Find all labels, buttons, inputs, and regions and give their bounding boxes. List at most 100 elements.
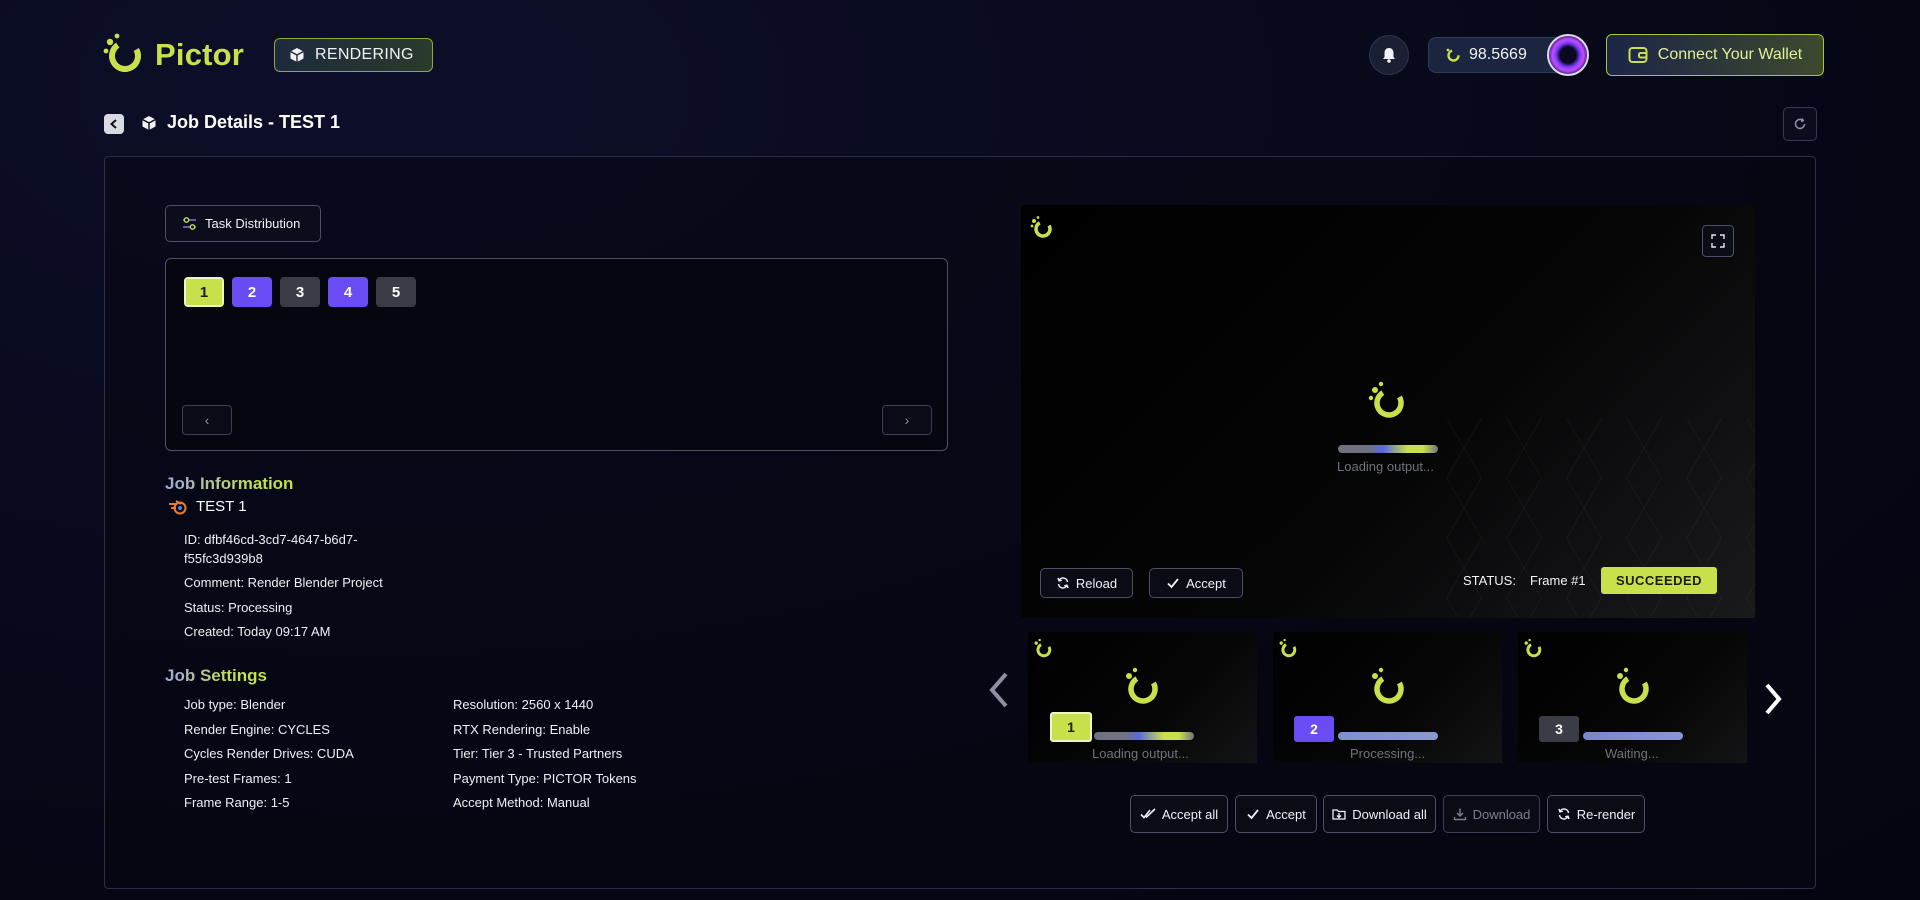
- wallet-button-label: Connect Your Wallet: [1657, 46, 1803, 63]
- pictor-small-logo-icon: [1524, 638, 1542, 658]
- user-avatar[interactable]: [1547, 34, 1589, 76]
- thumbnail-1-text: Loading output...: [1092, 746, 1189, 761]
- task-distribution-label: Task Distribution: [205, 216, 301, 231]
- thumbnail-2-progress: [1338, 732, 1438, 740]
- accept-all-button[interactable]: Accept all: [1130, 795, 1228, 833]
- pictor-small-logo-icon: [1034, 638, 1052, 658]
- chevron-right-icon: ›: [904, 412, 910, 428]
- pictor-small-logo-icon: [1030, 216, 1052, 238]
- preview-accept-button[interactable]: Accept: [1149, 568, 1243, 598]
- cube-icon: [142, 115, 156, 130]
- thumbnail-2-chip: 2: [1294, 716, 1334, 742]
- pictor-loading-icon: [1126, 667, 1158, 704]
- job-created: Created: Today 09:17 AM: [184, 624, 331, 639]
- preview-progress-bar: [1338, 445, 1438, 453]
- logo-text: Pictor: [155, 37, 245, 72]
- task-chip-3[interactable]: 3: [280, 277, 320, 307]
- preview-accept-label: Accept: [1186, 575, 1226, 591]
- task-chip-list: 1 2 3 4 5: [184, 277, 416, 307]
- status-label: STATUS:: [1463, 573, 1516, 588]
- rendering-badge-label: RENDERING: [315, 46, 414, 63]
- thumbnail-prev-button[interactable]: [987, 670, 1011, 721]
- wallet-icon: [1628, 47, 1648, 63]
- pictor-logo[interactable]: Pictor: [101, 32, 244, 78]
- reload-button[interactable]: Reload: [1040, 568, 1133, 598]
- setting-render-drives: Cycles Render Drives: CUDA: [184, 746, 354, 761]
- job-settings-heading: Job Settings: [165, 666, 268, 685]
- expand-icon: [1711, 234, 1725, 248]
- rendering-mode-badge[interactable]: RENDERING: [274, 38, 433, 72]
- chevron-left-icon: [109, 119, 117, 129]
- thumbnail-next-button[interactable]: [1762, 678, 1784, 728]
- thumbnail-1-chip: 1: [1050, 712, 1092, 742]
- accept-label: Accept: [1266, 806, 1306, 822]
- setting-render-engine: Render Engine: CYCLES: [184, 722, 330, 737]
- accept-all-label: Accept all: [1161, 806, 1219, 822]
- download-all-button[interactable]: Download all: [1323, 795, 1436, 833]
- double-check-icon: [1140, 808, 1156, 819]
- job-information-heading: Job Information: [165, 474, 294, 493]
- pictor-loading-icon: [1368, 381, 1404, 418]
- connect-wallet-button[interactable]: Connect Your Wallet: [1606, 34, 1824, 76]
- setting-accept-method: Accept Method: Manual: [453, 795, 590, 810]
- pictor-token-icon: [1446, 48, 1460, 62]
- token-balance[interactable]: 98.5669: [1428, 37, 1558, 73]
- job-name-row: TEST 1: [168, 498, 247, 515]
- setting-tier: Tier: Tier 3 - Trusted Partners: [453, 746, 623, 761]
- task-prev-button[interactable]: ‹: [182, 405, 232, 435]
- check-icon: [1247, 809, 1259, 820]
- sliders-icon: [183, 217, 196, 230]
- frame-label: Frame #1: [1530, 573, 1586, 588]
- download-label: Download: [1472, 806, 1531, 822]
- job-status: Status: Processing: [184, 600, 293, 615]
- task-chip-4[interactable]: 4: [328, 277, 368, 307]
- folder-download-icon: [1332, 809, 1346, 820]
- page-title: Job Details - TEST 1: [141, 112, 340, 133]
- task-chip-2[interactable]: 2: [232, 277, 272, 307]
- pictor-loading-icon: [1372, 667, 1404, 704]
- status-badge: SUCCEEDED: [1601, 567, 1717, 594]
- fullscreen-button[interactable]: [1702, 225, 1734, 257]
- accept-button[interactable]: Accept: [1235, 795, 1317, 833]
- job-id-line2: f55fc3d939b8: [184, 551, 263, 566]
- balance-value: 98.5669: [1469, 46, 1527, 63]
- bell-icon: [1383, 48, 1395, 63]
- chevron-right-icon: [1765, 683, 1782, 715]
- task-distribution-button[interactable]: Task Distribution: [165, 205, 321, 242]
- task-next-button[interactable]: ›: [882, 405, 932, 435]
- back-button[interactable]: [104, 114, 124, 134]
- setting-pretest-frames: Pre-test Frames: 1: [184, 771, 292, 786]
- notifications-button[interactable]: [1369, 35, 1409, 75]
- setting-rtx: RTX Rendering: Enable: [453, 722, 591, 737]
- download-icon: [1453, 808, 1466, 821]
- thumbnail-3-chip: 3: [1539, 716, 1579, 742]
- pictor-logo-icon: [103, 33, 141, 72]
- rerender-label: Re-render: [1576, 806, 1636, 822]
- task-chip-5[interactable]: 5: [376, 277, 416, 307]
- job-name: TEST 1: [196, 498, 247, 515]
- pictor-small-logo-icon: [1279, 638, 1297, 658]
- setting-payment-type: Payment Type: PICTOR Tokens: [453, 771, 637, 786]
- pictor-loading-icon: [1617, 667, 1649, 704]
- reload-icon: [1558, 808, 1570, 820]
- thumbnail-3-progress: [1583, 732, 1683, 740]
- thumbnail-3-text: Waiting...: [1605, 746, 1659, 761]
- refresh-icon: [1794, 118, 1806, 130]
- thumbnail-2-text: Processing...: [1350, 746, 1426, 761]
- page-title-text: Job Details - TEST 1: [167, 112, 341, 132]
- cube-icon: [290, 48, 304, 62]
- task-chip-1[interactable]: 1: [184, 277, 224, 307]
- reload-label: Reload: [1075, 575, 1118, 591]
- check-icon: [1167, 578, 1179, 589]
- blender-icon: [169, 499, 187, 514]
- setting-job-type: Job type: Blender: [184, 697, 286, 712]
- download-all-label: Download all: [1352, 806, 1427, 822]
- rerender-button[interactable]: Re-render: [1547, 795, 1645, 833]
- preview-loading-text: Loading output...: [1337, 459, 1434, 474]
- download-button[interactable]: Download: [1443, 795, 1540, 833]
- setting-frame-range: Frame Range: 1-5: [184, 795, 290, 810]
- job-comment: Comment: Render Blender Project: [184, 575, 383, 590]
- refresh-button[interactable]: [1783, 107, 1817, 141]
- chevron-left-icon: ‹: [204, 412, 210, 428]
- thumbnail-1-progress: [1094, 732, 1194, 740]
